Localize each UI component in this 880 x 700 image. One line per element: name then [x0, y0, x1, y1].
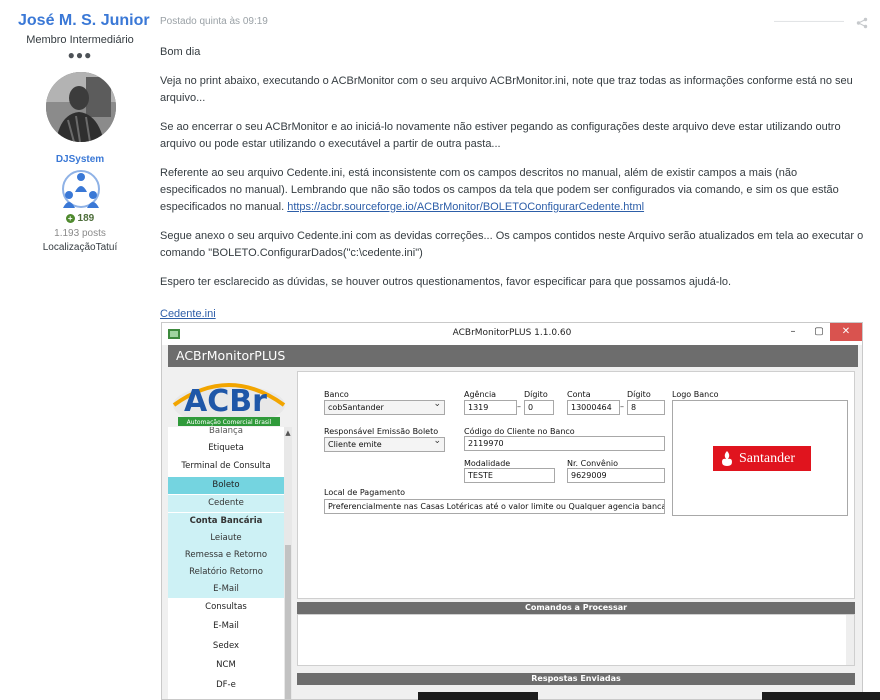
scroll-up-arrow[interactable]: ▲	[284, 429, 292, 437]
conta-input[interactable]: 13000464	[567, 400, 620, 415]
menu-item[interactable]: DF-e	[168, 677, 284, 694]
codigo-cliente-input[interactable]: 2119970	[464, 436, 665, 451]
menu-item[interactable]: E-Mail	[168, 618, 284, 635]
menu-scrollbar[interactable]: ▲	[284, 427, 292, 699]
post-count: 1.193 posts	[54, 228, 106, 239]
taskbar-fragment	[418, 692, 538, 700]
post-paragraph: Espero ter esclarecido as dúvidas, se ho…	[160, 276, 732, 288]
agencia-digito-label: Dígito	[524, 390, 548, 399]
maximize-button[interactable]: ▢	[806, 323, 832, 341]
menu-item[interactable]: E-Mail	[168, 581, 284, 598]
codigo-cliente-label: Código do Cliente no Banco	[464, 427, 575, 436]
responsavel-select[interactable]: Cliente emite	[324, 437, 445, 452]
separator-dash: –	[517, 402, 521, 411]
acbr-monitor-window: ACBrMonitorPLUS 1.1.0.60 – ▢ ✕ ACBrMonit…	[161, 322, 863, 700]
post-paragraph: Se ao encerrar o seu ACBrMonitor e ao in…	[160, 121, 841, 150]
acbr-logo: ACBr Automação Comercial Brasil	[172, 383, 286, 426]
menu-item[interactable]: NCM	[168, 657, 284, 674]
santander-flame-icon	[722, 451, 732, 466]
agencia-digito-input[interactable]: 0	[524, 400, 554, 415]
menu-item[interactable]: Conta Bancária	[168, 513, 284, 530]
author-rank: Membro Intermediário	[26, 34, 134, 46]
modalidade-input[interactable]: TESTE	[464, 468, 555, 483]
minimize-button[interactable]: –	[780, 323, 806, 341]
reputation-count: 189	[77, 213, 95, 224]
menu-item[interactable]: Boleto	[168, 477, 284, 494]
post-paragraph: Bom dia	[160, 46, 201, 58]
rank-pips: ●●●	[67, 48, 93, 62]
app-header-title: ACBrMonitorPLUS	[176, 348, 286, 363]
comandos-textarea[interactable]	[297, 614, 855, 666]
post-date[interactable]: Postado quinta às 09:19	[160, 16, 268, 27]
menu-item[interactable]: Remessa e Retorno	[168, 547, 284, 564]
group-people-icon	[60, 168, 102, 210]
cedente-form-panel: Banco cobSantander Agência 1319 – Dígito…	[297, 371, 855, 599]
menu-item[interactable]: Consultas	[168, 599, 284, 616]
attachment-link[interactable]: Cedente.ini	[160, 308, 216, 320]
post-body: Bom dia Veja no print abaixo, executando…	[160, 44, 866, 303]
close-button[interactable]: ✕	[830, 323, 862, 341]
logo-banco-label: Logo Banco	[672, 390, 719, 399]
separator-dash: –	[620, 402, 624, 411]
author-name[interactable]: José M. S. Junior	[18, 12, 150, 30]
menu-item[interactable]: Cedente	[168, 495, 284, 512]
agencia-input[interactable]: 1319	[464, 400, 517, 415]
local-pagamento-input[interactable]: Preferencialmente nas Casas Lotéricas at…	[324, 499, 665, 514]
agencia-label: Agência	[464, 390, 497, 399]
author-location: LocalizaçãoTatuí	[42, 242, 118, 253]
responsavel-label: Responsável Emissão Boleto	[324, 427, 439, 436]
conta-label: Conta	[567, 390, 591, 399]
bank-logo-text: Santander	[739, 451, 795, 466]
menu-item[interactable]: Relatório Retorno	[168, 564, 284, 581]
modalidade-label: Modalidade	[464, 459, 511, 468]
plus-icon: +	[65, 214, 75, 223]
banco-label: Banco	[324, 390, 349, 399]
conta-digito-label: Dígito	[627, 390, 651, 399]
app-header: ACBrMonitorPLUS	[168, 345, 858, 367]
scroll-thumb[interactable]	[285, 545, 291, 699]
menu-item[interactable]: Terminal de Consulta	[168, 458, 284, 475]
banco-select[interactable]: cobSantander	[324, 400, 445, 415]
post-paragraph: Veja no print abaixo, executando o ACBrM…	[160, 75, 853, 104]
respostas-section-header: Respostas Enviadas	[297, 673, 855, 685]
convenio-input[interactable]: 9629009	[567, 468, 665, 483]
bank-logo-box: Santander	[672, 400, 848, 516]
conta-digito-input[interactable]: 8	[627, 400, 665, 415]
menu-item[interactable]: Balança	[168, 427, 284, 440]
post-paragraph: Segue anexo o seu arquivo Cedente.ini co…	[160, 230, 864, 259]
logo-tagline: Automação Comercial Brasil	[187, 419, 272, 426]
group-name: DJSystem	[55, 154, 105, 165]
menu-item[interactable]: Sedex	[168, 638, 284, 655]
santander-logo: Santander	[713, 446, 811, 471]
avatar[interactable]	[46, 72, 116, 142]
post-meta-faded: ———————	[774, 16, 844, 27]
logo-text: ACBr	[184, 384, 267, 419]
reputation-badge: + 189	[0, 213, 160, 224]
comandos-section-header: Comandos a Processar	[297, 602, 855, 614]
window-title: ACBrMonitorPLUS 1.1.0.60	[452, 328, 572, 338]
window-titlebar: ACBrMonitorPLUS 1.1.0.60 – ▢ ✕	[162, 323, 862, 345]
convenio-label: Nr. Convênio	[567, 459, 619, 468]
local-pagamento-label: Local de Pagamento	[324, 488, 405, 497]
menu-item[interactable]: Etiqueta	[168, 440, 284, 457]
menu-item[interactable]: Leiaute	[168, 530, 284, 547]
taskbar-fragment	[762, 692, 880, 700]
share-icon[interactable]	[856, 16, 868, 29]
post-paragraph: Referente ao seu arquivo Cedente.ini, es…	[160, 165, 866, 216]
side-menu: Balança Etiqueta Terminal de Consulta Bolet…	[168, 427, 292, 699]
manual-link[interactable]: https://acbr.sourceforge.io/ACBrMonitor/…	[287, 201, 644, 213]
comandos-scrollbar[interactable]	[846, 615, 854, 665]
